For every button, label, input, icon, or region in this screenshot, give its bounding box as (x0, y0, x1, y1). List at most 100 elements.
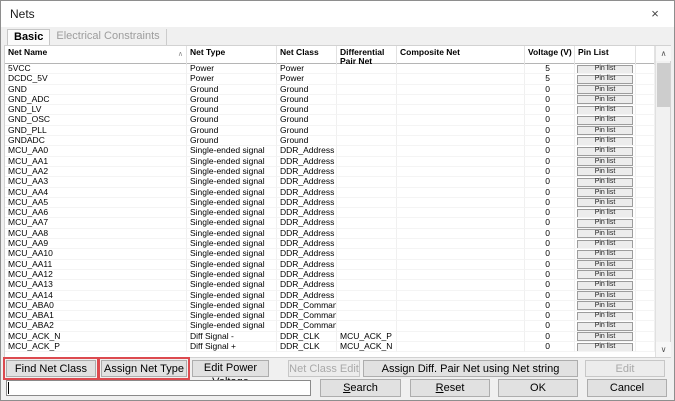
table-row[interactable]: MCU_AA10Single-ended signalDDR_Address0P… (5, 249, 670, 259)
row-filler (636, 105, 655, 115)
pin-list-button[interactable]: Pin list (577, 147, 633, 156)
scrollbar-thumb[interactable] (657, 63, 670, 107)
table-row[interactable]: MCU_AA3Single-ended signalDDR_Address0Pi… (5, 177, 670, 187)
net-type-cell: Single-ended signal (187, 208, 277, 218)
pin-list-button[interactable]: Pin list (577, 312, 633, 321)
column-header-voltage[interactable]: Voltage (V) (525, 46, 575, 65)
table-row[interactable]: GND_PLLGroundGround0Pin list (5, 126, 670, 136)
pin-list-button[interactable]: Pin list (577, 95, 633, 104)
table-row[interactable]: MCU_AA4Single-ended signalDDR_Address0Pi… (5, 188, 670, 198)
table-row[interactable]: MCU_AA9Single-ended signalDDR_Address0Pi… (5, 239, 670, 249)
pin-list-button[interactable]: Pin list (577, 260, 633, 269)
table-row[interactable]: GNDGroundGround0Pin list (5, 85, 670, 95)
column-header-composite-net[interactable]: Composite Net (397, 46, 525, 65)
table-row[interactable]: DCDC_5VPowerPower5Pin list (5, 74, 670, 84)
pin-list-button[interactable]: Pin list (577, 291, 633, 300)
pin-list-button[interactable]: Pin list (577, 137, 633, 146)
assign-diff-pair-net-button[interactable]: Assign Diff. Pair Net using Net string (363, 360, 578, 377)
cancel-button[interactable]: Cancel (587, 379, 667, 397)
net-class-cell: DDR_Address (277, 177, 337, 187)
table-row[interactable]: MCU_AA2Single-ended signalDDR_Address0Pi… (5, 167, 670, 177)
table-row[interactable]: 5VCCPowerPower5Pin list (5, 64, 670, 74)
pin-list-button[interactable]: Pin list (577, 343, 633, 352)
table-row[interactable]: MCU_AA14Single-ended signalDDR_Address0P… (5, 291, 670, 301)
table-row[interactable]: GND_LVGroundGround0Pin list (5, 105, 670, 115)
pin-list-button[interactable]: Pin list (577, 106, 633, 115)
pin-list-button[interactable]: Pin list (577, 240, 633, 249)
differential-pair-net-cell (337, 311, 397, 321)
reset-button[interactable]: Reset (410, 379, 490, 397)
pin-list-cell: Pin list (575, 157, 636, 167)
composite-net-cell (397, 136, 525, 146)
column-header-net-class[interactable]: Net Class (277, 46, 337, 65)
pin-list-button[interactable]: Pin list (577, 188, 633, 197)
vertical-scrollbar[interactable]: ∧ ∨ (655, 46, 670, 357)
search-input[interactable] (6, 380, 311, 396)
table-row[interactable]: MCU_AA7Single-ended signalDDR_Address0Pi… (5, 218, 670, 228)
net-name-cell: MCU_AA4 (5, 188, 187, 198)
table-row[interactable]: GND_ADCGroundGround0Pin list (5, 95, 670, 105)
row-filler (636, 208, 655, 218)
table-row[interactable]: MCU_AA5Single-ended signalDDR_Address0Pi… (5, 198, 670, 208)
table-row[interactable]: MCU_AA0Single-ended signalDDR_Address0Pi… (5, 146, 670, 156)
pin-list-button[interactable]: Pin list (577, 219, 633, 228)
pin-list-button[interactable]: Pin list (577, 85, 633, 94)
find-net-class-button[interactable]: Find Net Class (6, 360, 96, 377)
pin-list-button[interactable]: Pin list (577, 167, 633, 176)
composite-net-cell (397, 157, 525, 167)
pin-list-button[interactable]: Pin list (577, 126, 633, 135)
edit-power-voltage-button[interactable]: Edit Power Voltage (192, 360, 269, 377)
column-header-net-name[interactable]: Net Name ∧ (5, 46, 187, 65)
pin-list-button[interactable]: Pin list (577, 332, 633, 341)
assign-net-type-button[interactable]: Assign Net Type (101, 360, 187, 377)
table-row[interactable]: MCU_ACK_PDiff Signal +DDR_CLKMCU_ACK_N0P… (5, 342, 670, 352)
table-row[interactable]: MCU_AA8Single-ended signalDDR_Address0Pi… (5, 229, 670, 239)
composite-net-cell (397, 126, 525, 136)
pin-list-button[interactable]: Pin list (577, 198, 633, 207)
column-header-pin-list[interactable]: Pin List (575, 46, 636, 65)
pin-list-button[interactable]: Pin list (577, 157, 633, 166)
net-type-cell: Ground (187, 85, 277, 95)
tab-electrical-constraints[interactable]: Electrical Constraints (50, 29, 166, 45)
pin-list-cell: Pin list (575, 291, 636, 301)
composite-net-cell (397, 95, 525, 105)
pin-list-button[interactable]: Pin list (577, 270, 633, 279)
differential-pair-net-cell (337, 260, 397, 270)
pin-list-button[interactable]: Pin list (577, 301, 633, 310)
pin-list-button[interactable]: Pin list (577, 250, 633, 259)
table-row[interactable]: MCU_ABA2Single-ended signalDDR_Command0P… (5, 321, 670, 331)
pin-list-button[interactable]: Pin list (577, 281, 633, 290)
table-row[interactable]: GNDADCGroundGround0Pin list (5, 136, 670, 146)
scroll-down-icon[interactable]: ∨ (656, 342, 671, 357)
pin-list-button[interactable]: Pin list (577, 322, 633, 331)
pin-list-cell: Pin list (575, 126, 636, 136)
pin-list-button[interactable]: Pin list (577, 75, 633, 84)
pin-list-button[interactable]: Pin list (577, 178, 633, 187)
table-row[interactable]: MCU_ABA0Single-ended signalDDR_Command0P… (5, 301, 670, 311)
table-row[interactable]: MCU_ABA1Single-ended signalDDR_Command0P… (5, 311, 670, 321)
table-row[interactable]: MCU_AA6Single-ended signalDDR_Address0Pi… (5, 208, 670, 218)
search-button[interactable]: Search (320, 379, 401, 397)
table-row[interactable]: MCU_ACK_NDiff Signal -DDR_CLKMCU_ACK_P0P… (5, 332, 670, 342)
net-class-cell: DDR_Address (277, 291, 337, 301)
tab-basic[interactable]: Basic (7, 29, 50, 45)
net-type-cell: Single-ended signal (187, 188, 277, 198)
pin-list-button[interactable]: Pin list (577, 229, 633, 238)
table-row[interactable]: MCU_AA1Single-ended signalDDR_Address0Pi… (5, 157, 670, 167)
ok-button[interactable]: OK (498, 379, 578, 397)
table-row[interactable]: MCU_AA12Single-ended signalDDR_Address0P… (5, 270, 670, 280)
pin-list-button[interactable]: Pin list (577, 65, 633, 74)
table-row[interactable]: MCU_AA11Single-ended signalDDR_Address0P… (5, 260, 670, 270)
pin-list-button[interactable]: Pin list (577, 116, 633, 125)
composite-net-cell (397, 260, 525, 270)
pin-list-cell: Pin list (575, 260, 636, 270)
column-header-net-type[interactable]: Net Type (187, 46, 277, 65)
net-class-cell: DDR_Address (277, 146, 337, 156)
table-row[interactable]: GND_OSCGroundGround0Pin list (5, 115, 670, 125)
pin-list-button[interactable]: Pin list (577, 209, 633, 218)
column-header-differential-pair-net[interactable]: Differential Pair Net (337, 46, 397, 65)
table-row[interactable]: MCU_AA13Single-ended signalDDR_Address0P… (5, 280, 670, 290)
close-icon[interactable]: × (643, 4, 667, 24)
scroll-up-icon[interactable]: ∧ (656, 46, 671, 61)
voltage-cell: 0 (525, 239, 575, 249)
